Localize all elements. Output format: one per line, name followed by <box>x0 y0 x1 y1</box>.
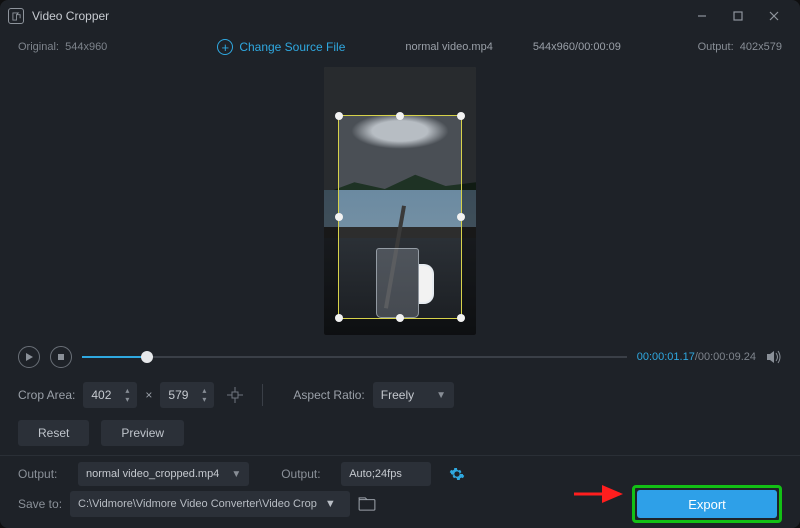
crop-rectangle[interactable] <box>338 115 462 319</box>
change-source-label: Change Source File <box>239 40 345 54</box>
source-meta: 544x960/00:00:09 <box>533 41 621 53</box>
crop-handle-tr[interactable] <box>457 112 465 120</box>
crop-height-input[interactable]: 579 ▴▾ <box>160 382 214 408</box>
output-label: Output: <box>698 41 734 53</box>
export-button[interactable]: Export <box>637 490 777 518</box>
open-folder-button[interactable] <box>358 497 376 511</box>
titlebar: Video Cropper <box>0 0 800 32</box>
crop-sep: × <box>145 388 152 402</box>
maximize-button[interactable] <box>720 2 756 30</box>
output-preset-value: Auto;24fps <box>349 468 402 480</box>
crop-handle-r[interactable] <box>457 213 465 221</box>
settings-gear-icon[interactable] <box>449 466 465 482</box>
preview-button[interactable]: Preview <box>101 420 184 446</box>
chevron-down-icon: ▼ <box>231 469 241 480</box>
chevron-down-icon: ▼ <box>325 498 336 510</box>
separator <box>262 384 263 406</box>
crop-handle-b[interactable] <box>396 314 404 322</box>
video-preview[interactable] <box>324 67 476 335</box>
save-to-label: Save to: <box>18 497 62 511</box>
output-dims: 402x579 <box>740 41 782 53</box>
output-preset-field[interactable]: Auto;24fps <box>341 462 431 486</box>
divider <box>0 455 800 456</box>
close-button[interactable] <box>756 2 792 30</box>
save-row: Save to: C:\Vidmore\Vidmore Video Conver… <box>0 488 800 528</box>
crop-controls: Crop Area: 402 ▴▾ × 579 ▴▾ Aspect Ratio:… <box>0 375 800 415</box>
crop-width-input[interactable]: 402 ▴▾ <box>83 382 137 408</box>
stop-button[interactable] <box>50 346 72 368</box>
crop-height-value: 579 <box>168 388 194 402</box>
aspect-ratio-label: Aspect Ratio: <box>293 388 364 402</box>
change-source-button[interactable]: + Change Source File <box>217 39 345 55</box>
output-filename-field[interactable]: normal video_cropped.mp4 ▼ <box>78 462 249 486</box>
chevron-down-icon: ▼ <box>436 390 446 401</box>
crop-area-label: Crop Area: <box>18 388 75 402</box>
original-dims: 544x960 <box>65 41 107 53</box>
info-bar: Original: 544x960 + Change Source File n… <box>0 32 800 62</box>
crop-handle-bl[interactable] <box>335 314 343 322</box>
source-filename: normal video.mp4 <box>405 41 492 53</box>
save-path-field[interactable]: C:\Vidmore\Vidmore Video Converter\Video… <box>70 491 350 517</box>
preview-area <box>0 62 800 339</box>
play-button[interactable] <box>18 346 40 368</box>
crop-width-value: 402 <box>91 388 117 402</box>
center-crop-button[interactable] <box>222 382 248 408</box>
save-path-value: C:\Vidmore\Vidmore Video Converter\Video… <box>78 498 317 510</box>
width-up-icon[interactable]: ▴ <box>121 386 133 395</box>
time-display: 00:00:01.17/00:00:09.24 <box>637 351 756 363</box>
crop-handle-l[interactable] <box>335 213 343 221</box>
timeline-slider[interactable] <box>82 347 627 367</box>
app-title: Video Cropper <box>32 9 109 23</box>
original-label: Original: <box>18 41 59 53</box>
crop-handle-tl[interactable] <box>335 112 343 120</box>
volume-icon[interactable] <box>766 350 782 364</box>
height-down-icon[interactable]: ▾ <box>198 395 210 404</box>
reset-button[interactable]: Reset <box>18 420 89 446</box>
export-label: Export <box>688 497 726 512</box>
aspect-ratio-value: Freely <box>381 388 414 402</box>
time-current: 00:00:01.17 <box>637 351 695 363</box>
app-logo-icon <box>8 8 24 24</box>
time-total: /00:00:09.24 <box>695 351 756 363</box>
output-filename-value: normal video_cropped.mp4 <box>86 468 219 480</box>
timeline-knob[interactable] <box>141 351 153 363</box>
width-down-icon[interactable]: ▾ <box>121 395 133 404</box>
output-row: Output: normal video_cropped.mp4 ▼ Outpu… <box>0 460 800 488</box>
action-buttons: Reset Preview <box>0 415 800 451</box>
export-highlight: Export <box>632 485 782 523</box>
output-preset-label: Output: <box>281 467 333 481</box>
playback-bar: 00:00:01.17/00:00:09.24 <box>0 339 800 375</box>
minimize-button[interactable] <box>684 2 720 30</box>
crop-handle-br[interactable] <box>457 314 465 322</box>
aspect-ratio-select[interactable]: Freely ▼ <box>373 382 454 408</box>
plus-circle-icon: + <box>217 39 233 55</box>
crop-handle-t[interactable] <box>396 112 404 120</box>
height-up-icon[interactable]: ▴ <box>198 386 210 395</box>
app-window: Video Cropper Original: 544x960 + Change… <box>0 0 800 528</box>
output-file-label: Output: <box>18 467 70 481</box>
